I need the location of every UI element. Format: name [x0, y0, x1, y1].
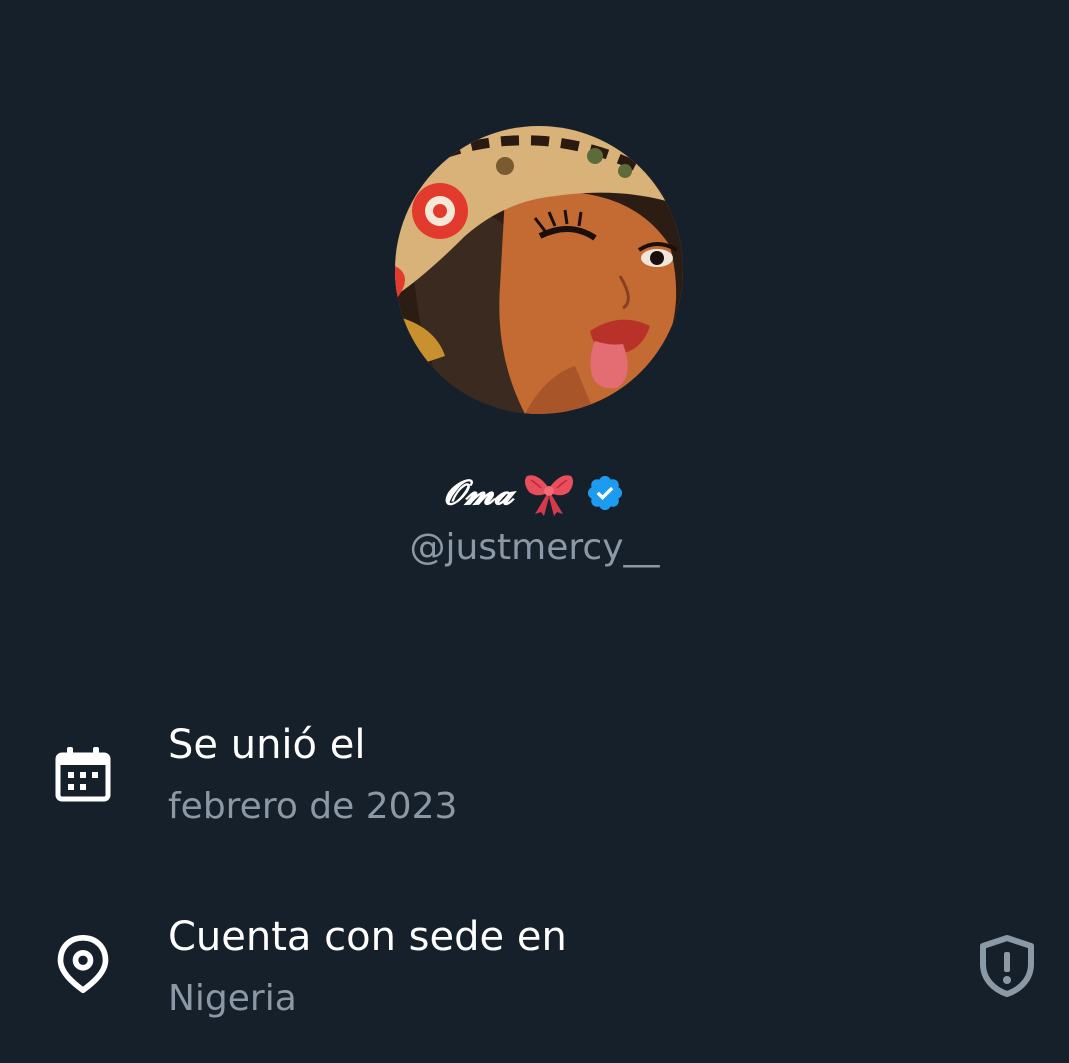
- location-value: Nigeria: [168, 978, 297, 1019]
- joined-date-row: Se unió el febrero de 2023: [0, 716, 1069, 836]
- shield-alert-icon[interactable]: [977, 934, 1037, 998]
- display-name: 𝓞𝓶𝓪: [444, 473, 514, 513]
- profile-name-row: 𝓞𝓶𝓪: [0, 470, 1069, 516]
- location-title: Cuenta con sede en: [168, 914, 567, 960]
- account-location-row: Cuenta con sede en Nigeria: [0, 908, 1069, 1028]
- profile-handle: @justmercy__: [409, 527, 660, 568]
- verified-badge-icon[interactable]: [585, 473, 625, 513]
- about-account-page: 𝓞𝓶𝓪 @justmercy__ Se unió el febrero de 2…: [0, 0, 1069, 1063]
- location-pin-icon: [57, 934, 109, 994]
- joined-title: Se unió el: [168, 722, 366, 768]
- avatar[interactable]: [395, 126, 683, 414]
- joined-value: febrero de 2023: [168, 786, 458, 827]
- calendar-icon: [55, 747, 111, 802]
- ribbon-bow-icon: [524, 475, 573, 516]
